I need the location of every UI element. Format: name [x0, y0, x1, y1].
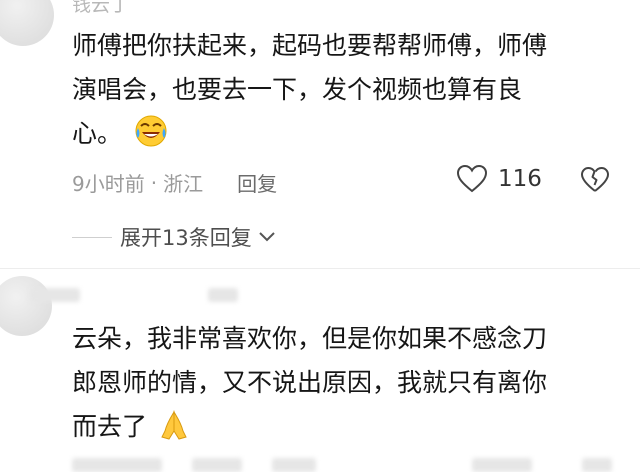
meta-separator: ·: [150, 170, 158, 195]
comment-meta: 9小时前 · 浙江 回复: [72, 168, 277, 197]
blurred-meta: [272, 458, 316, 472]
avatar[interactable]: [0, 276, 52, 336]
blurred-meta: [192, 458, 242, 472]
expand-replies-button[interactable]: 展开13条回复: [72, 222, 276, 252]
dislike-button[interactable]: [580, 166, 610, 198]
laughing-crying-emoji: [134, 114, 168, 162]
like-button[interactable]: 116: [456, 164, 542, 194]
blurred-author: [30, 288, 80, 302]
comment-line: 师傅把你扶起来，起码也要帮帮师傅，师傅: [72, 31, 548, 60]
comment-body: 云朵，我非常喜欢你，但是你如果不感念刀 郎恩师的情，又不说出原因，我就只有离你 …: [72, 317, 632, 455]
comment-line: 心。: [72, 112, 632, 162]
expand-replies-label: 展开13条回复: [120, 226, 252, 250]
blurred-author: [208, 288, 238, 302]
expand-rule: [72, 236, 112, 238]
blurred-meta: [582, 458, 612, 472]
comment-author[interactable]: 钱云丁: [72, 0, 129, 17]
folded-hands-emoji: [159, 409, 189, 455]
heart-icon: [456, 164, 488, 193]
like-count: 116: [498, 166, 542, 192]
comment-divider: [0, 268, 640, 269]
broken-heart-icon: [581, 166, 610, 192]
comment-line-text: 心。: [72, 119, 123, 148]
comment-line: 而去了: [72, 405, 632, 455]
comment-line: 郎恩师的情，又不说出原因，我就只有离你: [72, 368, 548, 397]
comment-body: 师傅把你扶起来，起码也要帮帮师傅，师傅 演唱会，也要去一下，发个视频也算有良 心…: [72, 24, 632, 162]
comment-line-text: 而去了: [72, 412, 148, 441]
comment-line: 演唱会，也要去一下，发个视频也算有良: [72, 75, 523, 104]
comment-location: 浙江: [163, 172, 204, 196]
blurred-meta: [72, 458, 162, 472]
comment-line: 云朵，我非常喜欢你，但是你如果不感念刀: [72, 324, 548, 353]
avatar[interactable]: [0, 0, 54, 46]
chevron-down-icon: [259, 232, 275, 242]
comment-time: 9小时前: [72, 172, 145, 196]
blurred-meta: [472, 458, 532, 472]
reply-button[interactable]: 回复: [237, 168, 277, 197]
